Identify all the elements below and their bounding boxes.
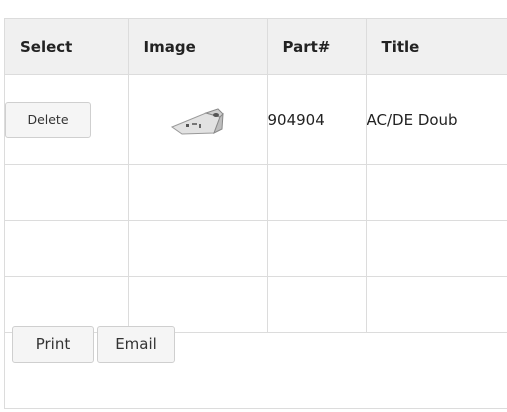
column-header-select: Select (5, 18, 129, 75)
part-number-cell: 904904 (267, 74, 367, 165)
column-header-title: Title (366, 18, 507, 75)
empty-cell (128, 164, 268, 221)
empty-cell (128, 220, 268, 277)
image-cell (128, 74, 268, 165)
empty-cell (5, 164, 129, 221)
column-header-part: Part# (267, 18, 367, 75)
email-button[interactable]: Email (97, 326, 175, 363)
table-row: Delete 904904 AC/DE Doub (5, 74, 507, 165)
part-thumbnail-image (170, 107, 224, 135)
footer-actions: Print Email (12, 326, 178, 363)
empty-cell (267, 164, 367, 221)
empty-cell (267, 276, 367, 333)
table-row-empty (5, 220, 507, 277)
empty-cell (267, 220, 367, 277)
select-cell: Delete (5, 74, 129, 165)
table-row-empty (5, 276, 507, 333)
print-button[interactable]: Print (12, 326, 94, 363)
empty-cell (128, 276, 268, 333)
delete-button[interactable]: Delete (5, 101, 91, 138)
empty-cell (5, 220, 129, 277)
table-row-empty (5, 164, 507, 221)
parts-table: Select Image Part# Title Delete 904904 A… (5, 18, 507, 333)
table-header-row: Select Image Part# Title (5, 18, 507, 75)
empty-cell (366, 164, 507, 221)
empty-cell (5, 276, 129, 333)
empty-cell (366, 220, 507, 277)
title-cell: AC/DE Doub (366, 74, 507, 165)
column-header-image: Image (128, 18, 268, 75)
empty-cell (366, 276, 507, 333)
